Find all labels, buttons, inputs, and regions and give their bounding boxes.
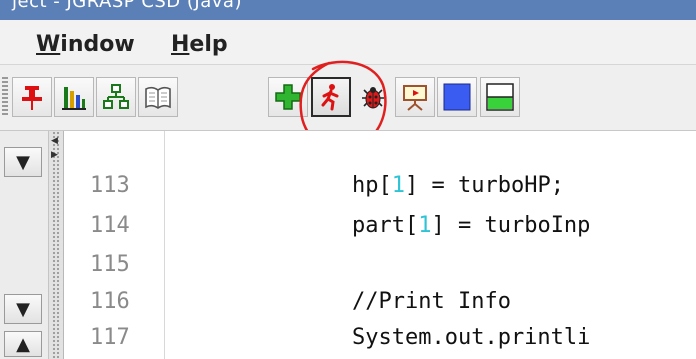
code-number-literal: 1 [391, 173, 405, 198]
dropdown-button-2[interactable]: ▼ [4, 294, 42, 324]
interactions-button[interactable] [480, 77, 520, 117]
line-number: 113 [90, 173, 130, 198]
green-plus-icon [275, 84, 301, 110]
code-number-literal: 1 [418, 213, 432, 238]
code-text: ] = turboInp [431, 213, 591, 238]
chevron-down-icon: ▼ [16, 298, 30, 320]
code-text: ] = turboHP; [405, 173, 564, 198]
code-line[interactable]: System.out.printli [352, 325, 590, 350]
blue-square-icon [443, 83, 471, 111]
toolbar [0, 64, 696, 131]
pin-button[interactable] [12, 77, 52, 117]
compile-button[interactable] [268, 77, 308, 117]
debug-button[interactable] [353, 77, 393, 117]
splitter-right-arrow-icon[interactable]: ▶ [51, 151, 58, 160]
scroll-up-button[interactable]: ▲ [4, 331, 42, 357]
line-number: 116 [90, 289, 130, 314]
code-text: hp[ [352, 173, 392, 198]
uml-button[interactable] [96, 77, 136, 117]
window-title: ject - JGRASP CSD (Java) [12, 0, 242, 12]
line-number: 114 [90, 213, 130, 238]
hierarchy-icon [103, 84, 129, 109]
green-window-icon [486, 83, 514, 111]
line-number: 115 [90, 252, 130, 277]
menu-bar: Window Help [0, 20, 696, 64]
code-comment[interactable]: //Print Info [352, 289, 511, 314]
menu-window[interactable]: Window [36, 32, 135, 57]
line-number: 117 [90, 325, 130, 350]
documentation-button[interactable] [138, 77, 178, 117]
menu-help[interactable]: Help [171, 32, 228, 57]
code-editor[interactable]: ▼ ▼ ▲ ◀ ▶ 113 114 115 116 117 hp[1] = tu… [0, 130, 696, 359]
open-book-icon [145, 86, 171, 109]
dropdown-button[interactable]: ▼ [4, 147, 42, 177]
bar-chart-icon [62, 87, 86, 110]
browse-panel: ▼ ▼ ▲ [0, 131, 49, 359]
running-man-icon [321, 84, 339, 111]
presentation-easel-icon [403, 85, 427, 111]
splitter-grip [52, 131, 60, 359]
code-line[interactable]: hp[1] = turboHP; [352, 173, 564, 198]
pushpin-icon [22, 86, 42, 110]
menu-window-label: indow [60, 32, 135, 57]
menu-window-mnemonic: W [36, 32, 61, 57]
splitter-left-arrow-icon[interactable]: ◀ [51, 137, 58, 146]
viewer-button[interactable] [395, 77, 435, 117]
run-button[interactable] [311, 77, 351, 117]
menu-help-label: elp [189, 32, 228, 57]
window-titlebar: ject - JGRASP CSD (Java) [0, 0, 696, 20]
metrics-button[interactable] [54, 77, 94, 117]
canvas-button[interactable] [437, 77, 477, 117]
code-text: part[ [352, 213, 419, 238]
toolbar-grip[interactable] [2, 77, 8, 117]
menu-help-mnemonic: H [171, 32, 190, 57]
code-line[interactable]: part[1] = turboInp [352, 213, 590, 238]
chevron-up-icon: ▲ [16, 333, 30, 355]
panel-splitter[interactable]: ◀ ▶ [49, 131, 64, 359]
ladybug-icon [362, 87, 384, 109]
chevron-down-icon: ▼ [16, 151, 30, 173]
